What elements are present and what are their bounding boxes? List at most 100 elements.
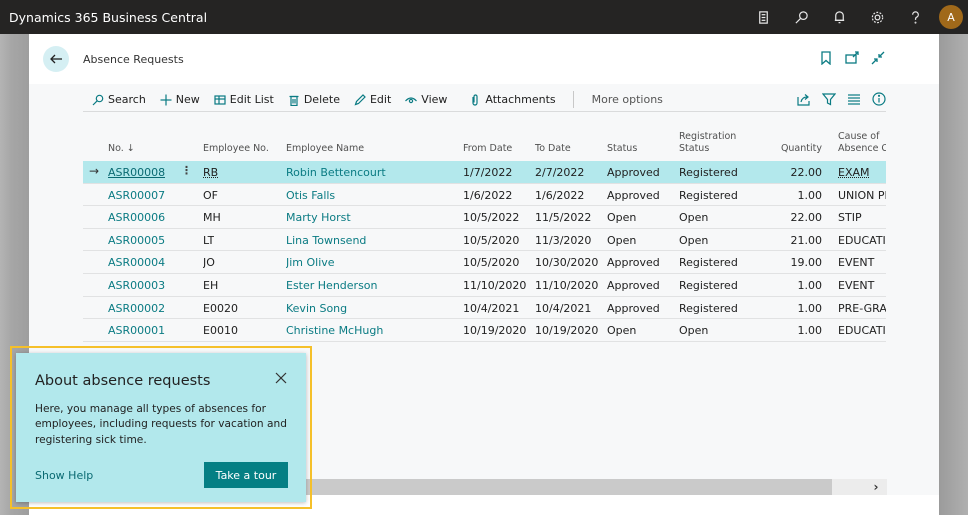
- scroll-right-icon[interactable]: ›: [865, 479, 887, 495]
- column-header-status[interactable]: Status: [607, 143, 637, 155]
- help-icon[interactable]: [896, 0, 934, 34]
- avatar[interactable]: A: [939, 5, 963, 29]
- show-help-link[interactable]: Show Help: [35, 469, 93, 482]
- teaching-tip-title: About absence requests: [35, 373, 211, 389]
- status-cell: Approved: [607, 188, 660, 202]
- employee-name-link[interactable]: Otis Falls: [286, 189, 335, 202]
- column-header-registration-status[interactable]: Registration Status: [679, 131, 736, 155]
- page-header: Absence Requests: [29, 34, 939, 84]
- view-button[interactable]: View: [398, 88, 454, 112]
- employee-name-link[interactable]: Lina Townsend: [286, 234, 366, 247]
- share-icon[interactable]: [797, 92, 811, 109]
- arrow-left-icon: [50, 54, 62, 64]
- open-new-window-icon[interactable]: [845, 51, 859, 65]
- search-icon[interactable]: [782, 0, 820, 34]
- page-title: Absence Requests: [83, 53, 184, 66]
- employee-name-link[interactable]: Christine McHugh: [286, 324, 383, 337]
- column-header-cause[interactable]: Cause of Absence Co: [838, 131, 886, 155]
- gear-icon[interactable]: [858, 0, 896, 34]
- bookmark-icon[interactable]: [819, 51, 833, 66]
- filter-icon[interactable]: [821, 92, 837, 109]
- scrollbar-thumb[interactable]: [292, 479, 832, 495]
- employee-name-link[interactable]: Ester Henderson: [286, 279, 378, 292]
- table-row[interactable]: ASR00002 E0020 Kevin Song 10/4/2021 10/4/202…: [83, 297, 886, 320]
- from-date-cell: 10/5/2020: [463, 256, 520, 270]
- cause-of-absence-cell: EVENT: [838, 278, 875, 292]
- take-a-tour-button[interactable]: Take a tour: [204, 462, 288, 488]
- back-button[interactable]: [43, 46, 69, 72]
- to-date-cell: 11/5/2022: [535, 211, 592, 225]
- cause-of-absence-cell: EDUCATIC: [838, 233, 886, 247]
- bell-icon[interactable]: [820, 0, 858, 34]
- close-icon[interactable]: [275, 372, 289, 386]
- teaching-tip-body: Here, you manage all types of absences f…: [35, 403, 287, 446]
- employee-name-link[interactable]: Jim Olive: [286, 256, 335, 269]
- table-row[interactable]: → ⋮ ASR00008 RB Robin Bettencourt 1/7/2022 2/7…: [83, 161, 886, 184]
- app-title[interactable]: Dynamics 365 Business Central: [0, 10, 207, 25]
- table-row[interactable]: ASR00005 LT Lina Townsend 10/5/2020 11/3/202…: [83, 229, 886, 252]
- row-actions-menu-icon[interactable]: ⋮: [181, 164, 192, 177]
- search-button[interactable]: Search: [83, 88, 153, 112]
- from-date-cell: 1/6/2022: [463, 188, 513, 202]
- new-button[interactable]: New: [153, 88, 207, 112]
- record-number-link[interactable]: ASR00002: [108, 302, 165, 315]
- quantity-cell: 1.00: [797, 188, 823, 202]
- edit-list-button[interactable]: Edit List: [207, 88, 281, 112]
- from-date-cell: 10/19/2020: [463, 324, 527, 338]
- record-number-link[interactable]: ASR00006: [108, 211, 165, 224]
- cause-of-absence-cell: STIP: [838, 211, 862, 225]
- record-number-link[interactable]: ASR00001: [108, 324, 165, 337]
- grid-body: → ⋮ ASR00008 RB Robin Bettencourt 1/7/2022 2/7…: [83, 161, 886, 342]
- column-header-quantity[interactable]: Quantity: [743, 143, 822, 155]
- employee-name-link[interactable]: Robin Bettencourt: [286, 166, 386, 179]
- to-date-cell: 2/7/2022: [535, 166, 585, 179]
- cause-of-absence-cell: UNION PI: [838, 188, 886, 202]
- column-header-no[interactable]: No. ↓: [108, 143, 135, 155]
- employee-no-cell: EH: [203, 278, 219, 292]
- delete-button[interactable]: Delete: [281, 88, 347, 112]
- grid-header: No. ↓ Employee No. Employee Name From Da…: [83, 126, 886, 161]
- registration-status-cell: Open: [679, 233, 709, 247]
- column-header-from-date[interactable]: From Date: [463, 143, 512, 155]
- record-number-link[interactable]: ASR00007: [108, 189, 165, 202]
- report-icon[interactable]: [744, 0, 782, 34]
- registration-status-cell: Open: [679, 211, 709, 225]
- record-number-link[interactable]: ASR00005: [108, 234, 165, 247]
- info-icon[interactable]: [872, 91, 886, 109]
- registration-status-cell: Registered: [679, 166, 738, 179]
- list-view-icon[interactable]: [847, 92, 861, 109]
- more-options-button[interactable]: More options: [582, 93, 673, 106]
- column-header-employee-name[interactable]: Employee Name: [286, 143, 364, 155]
- collapse-icon[interactable]: [871, 51, 885, 65]
- edit-button[interactable]: Edit: [347, 88, 398, 112]
- trash-icon: [289, 95, 299, 106]
- to-date-cell: 1/6/2022: [535, 188, 585, 202]
- record-number-link[interactable]: ASR00008: [108, 166, 165, 179]
- status-cell: Approved: [607, 256, 660, 270]
- quantity-cell: 21.00: [790, 233, 823, 247]
- employee-no-cell: RB: [203, 166, 219, 179]
- table-row[interactable]: ASR00006 MH Marty Horst 10/5/2022 11/5/2022 O…: [83, 206, 886, 229]
- employee-name-link[interactable]: Kevin Song: [286, 302, 347, 315]
- table-row[interactable]: ASR00003 EH Ester Henderson 11/10/2020 11/10…: [83, 274, 886, 297]
- record-number-link[interactable]: ASR00004: [108, 256, 165, 269]
- new-label: New: [175, 93, 200, 106]
- horizontal-scrollbar[interactable]: ›: [292, 479, 887, 495]
- header-line: Registration: [679, 131, 737, 142]
- status-cell: Open: [607, 211, 637, 225]
- column-header-employee-no[interactable]: Employee No.: [203, 143, 269, 155]
- eye-icon: [405, 96, 418, 103]
- table-row[interactable]: ASR00007 OF Otis Falls 1/6/2022 1/6/2022 Appr…: [83, 184, 886, 207]
- record-number-link[interactable]: ASR00003: [108, 279, 165, 292]
- table-row[interactable]: ASR00001 E0010 Christine McHugh 10/19/2020 1…: [83, 319, 886, 342]
- table-row[interactable]: ASR00004 JO Jim Olive 10/5/2020 10/30/2020 Ap…: [83, 251, 886, 274]
- current-row-arrow-icon: →: [89, 164, 100, 178]
- attachments-button[interactable]: Attachments: [462, 88, 562, 112]
- action-bar: Search New Edit List Delete Edit View At…: [83, 88, 886, 112]
- header-line: Status: [679, 143, 710, 154]
- edit-label: Edit: [369, 93, 392, 106]
- column-header-to-date[interactable]: To Date: [535, 143, 571, 155]
- employee-name-link[interactable]: Marty Horst: [286, 211, 351, 224]
- employee-no-cell: E0010: [203, 324, 238, 338]
- status-cell: Approved: [607, 278, 660, 292]
